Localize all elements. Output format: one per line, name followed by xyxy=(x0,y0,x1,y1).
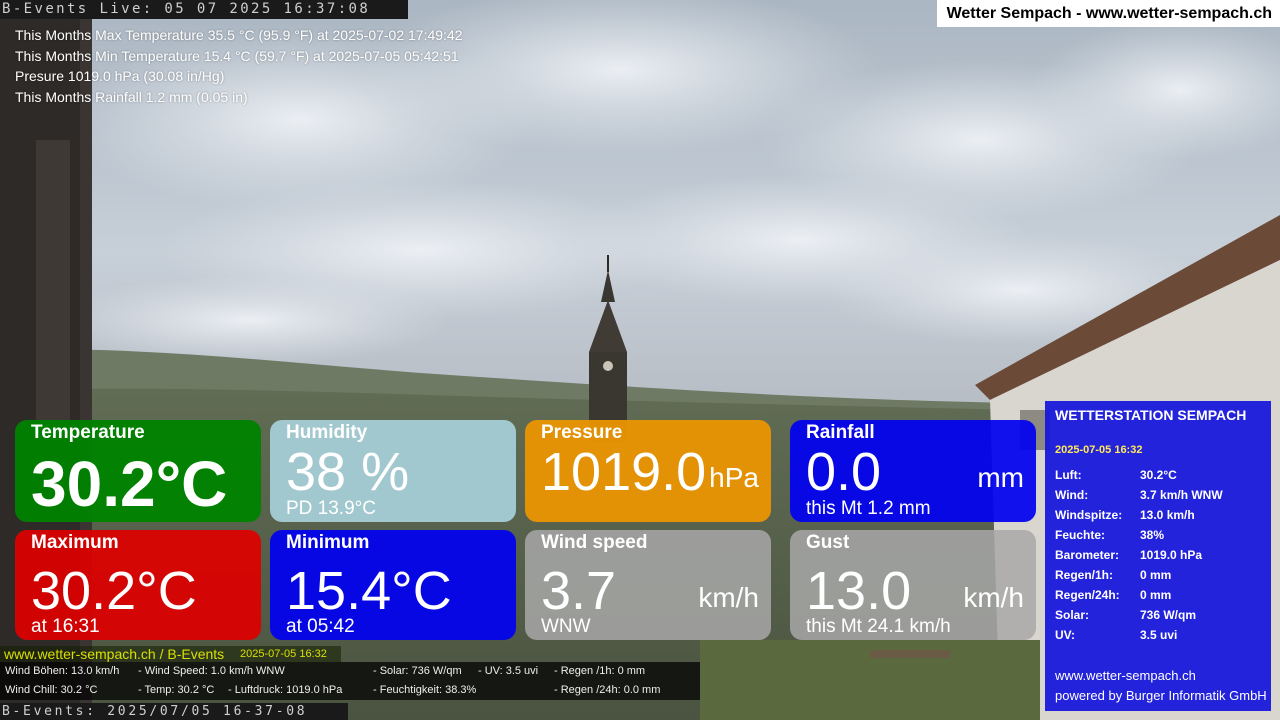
footer-humidity: - Feuchtigkeit: 38.3% xyxy=(373,684,477,696)
temperature-label: Temperature xyxy=(31,422,145,443)
camera-overlay-bottom: B-Events: 2025/07/05 16-37-08 xyxy=(0,703,348,720)
station-datetime: 2025-07-05 16:32 xyxy=(1055,444,1143,456)
rainfall-label: Rainfall xyxy=(806,422,875,443)
minimum-time: at 05:42 xyxy=(286,616,355,637)
footer-temp: - Temp: 30.2 °C xyxy=(138,684,215,696)
stat-min-temp: This Months Min Temperature 15.4 °C (59.… xyxy=(15,47,459,64)
rainfall-unit: mm xyxy=(977,462,1024,493)
camera-timestamp-bottom: B-Events: 2025/07/05 16-37-08 xyxy=(2,704,308,719)
footer-solar: - Solar: 736 W/qm xyxy=(373,665,462,677)
maximum-time: at 16:31 xyxy=(31,616,100,637)
footer-site-link[interactable]: www.wetter-sempach.ch / B-Events xyxy=(4,646,224,662)
wind-speed-unit: km/h xyxy=(698,582,759,613)
camera-overlay-top: B-Events Live: 05 07 2025 16:37:08 xyxy=(0,0,408,19)
temperature-tile: Temperature 30.2°C xyxy=(15,420,261,522)
station-row-humidity: Feuchte: 38% xyxy=(1055,528,1165,542)
wind-speed-label: Wind speed xyxy=(541,532,648,553)
pressure-value: 1019.0 xyxy=(541,442,707,502)
minimum-tile: Minimum 15.4°C at 05:42 xyxy=(270,530,516,640)
footer-pressure: - Luftdruck: 1019.0 hPa xyxy=(228,684,343,696)
footer-rain-24h: - Regen /24h: 0.0 mm xyxy=(554,684,661,696)
wind-direction: WNW xyxy=(541,616,591,637)
footer-rain-1h: - Regen /1h: 0 mm xyxy=(554,665,646,677)
humidity-label: Humidity xyxy=(286,422,368,443)
pressure-tile: Pressure 1019.0 hPa xyxy=(525,420,771,522)
maximum-value: 30.2°C xyxy=(31,561,197,621)
gust-value: 13.0 xyxy=(806,561,912,621)
humidity-dewpoint: PD 13.9°C xyxy=(286,498,376,519)
camera-timestamp-top: B-Events Live: 05 07 2025 16:37:08 xyxy=(2,1,371,17)
stat-max-temp: This Months Max Temperature 35.5 °C (95.… xyxy=(15,27,463,43)
humidity-tile: Humidity 38 % PD 13.9°C xyxy=(270,420,516,522)
maximum-label: Maximum xyxy=(31,532,119,553)
station-url-link[interactable]: www.wetter-sempach.ch xyxy=(1055,668,1196,683)
minimum-value: 15.4°C xyxy=(286,561,452,621)
station-title: WETTERSTATION SEMPACH xyxy=(1055,407,1247,423)
site-title: Wetter Sempach - www.wetter-sempach.ch xyxy=(936,0,1280,27)
station-powered-by: powered by Burger Informatik GmbH xyxy=(1055,688,1267,703)
rainfall-value: 0.0 xyxy=(806,442,882,502)
rainfall-tile: Rainfall 0.0 mm this Mt 1.2 mm xyxy=(790,420,1036,522)
station-row-gust: Windspitze: 13.0 km/h xyxy=(1055,508,1195,522)
rainfall-month-total: this Mt 1.2 mm xyxy=(806,498,931,519)
station-row-wind: Wind: 3.7 km/h WNW xyxy=(1055,488,1223,502)
temperature-value: 30.2°C xyxy=(31,448,228,520)
station-row-solar: Solar: 736 W/qm xyxy=(1055,608,1197,622)
wind-speed-tile: Wind speed 3.7 km/h WNW xyxy=(525,530,771,640)
gust-tile: Gust 13.0 km/h this Mt 24.1 km/h xyxy=(790,530,1036,640)
footer-uv: - UV: 3.5 uvi xyxy=(478,665,539,677)
stat-pressure: Presure 1019.0 hPa (30.08 in/Hg) xyxy=(15,68,225,84)
footer-wind-chill: Wind Chill: 30.2 °C xyxy=(5,684,98,696)
gust-label: Gust xyxy=(806,532,850,553)
footer-wind-speed: - Wind Speed: 1.0 km/h WNW xyxy=(138,665,285,677)
pressure-label: Pressure xyxy=(541,422,623,443)
footer-link-bar: www.wetter-sempach.ch / B-Events 2025-07… xyxy=(0,646,341,662)
station-row-air: Luft: 30.2°C xyxy=(1055,468,1177,482)
pressure-unit: hPa xyxy=(709,462,759,493)
stat-rainfall: This Months Rainfall 1.2 mm (0.05 in) xyxy=(15,88,248,105)
footer-timestamp: 2025-07-05 16:32 xyxy=(240,648,327,660)
gust-month-max: this Mt 24.1 km/h xyxy=(806,616,951,637)
footer-wind-gust: Wind Böhen: 13.0 km/h xyxy=(5,665,120,677)
gust-unit: km/h xyxy=(963,582,1024,613)
minimum-label: Minimum xyxy=(286,532,370,553)
station-row-rain-1h: Regen/1h: 0 mm xyxy=(1055,568,1172,582)
maximum-tile: Maximum 30.2°C at 16:31 xyxy=(15,530,261,640)
station-row-uv: UV: 3.5 uvi xyxy=(1055,628,1178,642)
wind-speed-value: 3.7 xyxy=(541,561,617,621)
station-row-barometer: Barometer: 1019.0 hPa xyxy=(1055,548,1203,562)
humidity-value: 38 % xyxy=(286,442,410,502)
monthly-stats: This Months Max Temperature 35.5 °C (95.… xyxy=(15,25,463,107)
footer-data-rows: Wind Böhen: 13.0 km/h - Wind Speed: 1.0 … xyxy=(0,662,700,700)
station-panel: WETTERSTATION SEMPACH 2025-07-05 16:32 L… xyxy=(1045,401,1271,711)
station-row-rain-24h: Regen/24h: 0 mm xyxy=(1055,588,1172,602)
